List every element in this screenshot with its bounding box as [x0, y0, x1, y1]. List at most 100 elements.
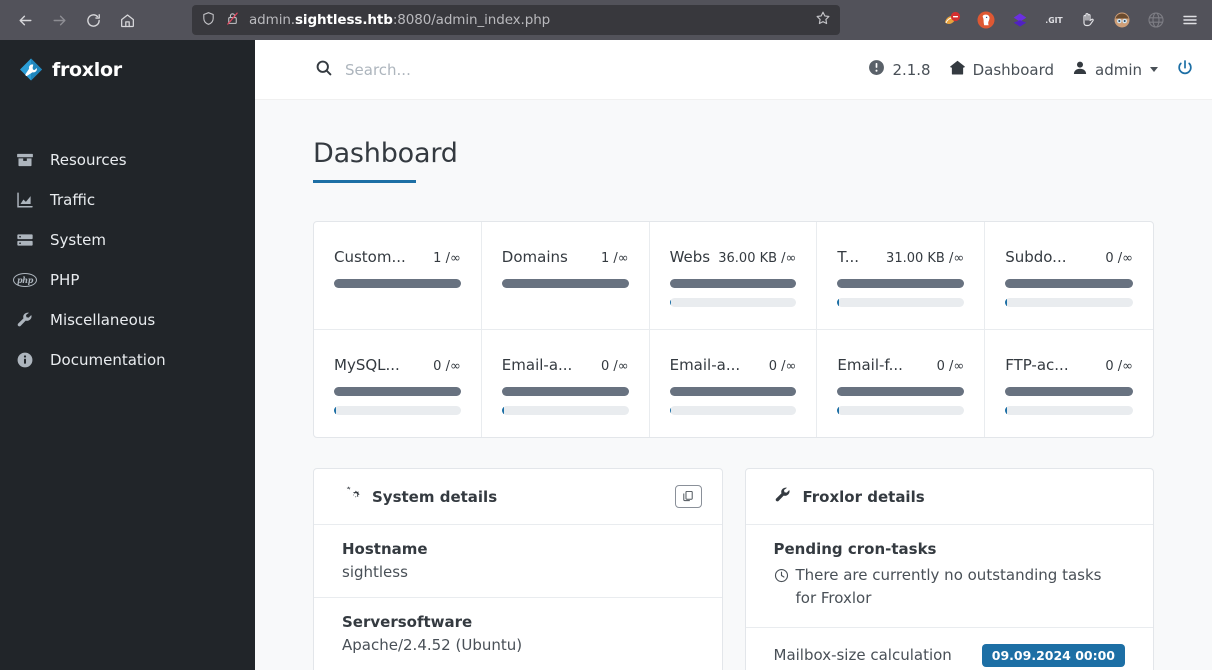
stat-card-header: Webs 36.00 KB /∞	[670, 248, 797, 266]
stat-value: 0 /∞	[1105, 251, 1133, 266]
sidebar-item-label: Traffic	[50, 191, 96, 209]
row-value: Apache/2.4.52 (Ubuntu)	[342, 636, 523, 654]
hamburger-menu-icon[interactable]	[1180, 10, 1200, 30]
stat-value: 0 /∞	[433, 359, 461, 374]
home-icon	[949, 59, 966, 80]
stat-label: Email-a...	[669, 356, 741, 374]
dashboard-link[interactable]: Dashboard	[949, 59, 1054, 80]
page-title: Dashboard	[313, 138, 458, 169]
sidebar-item-label: Documentation	[50, 351, 166, 369]
sidebar-item-miscellaneous[interactable]: Miscellaneous	[0, 300, 255, 340]
star-icon[interactable]	[815, 10, 831, 30]
stat-progress-primary	[1005, 387, 1133, 396]
stat-progress-primary	[837, 387, 965, 396]
stat-card-header: Custom... 1 /∞	[334, 248, 461, 266]
stat-card: Email-a... 0 /∞	[482, 330, 650, 437]
git-icon[interactable]: .GIT	[1044, 10, 1064, 30]
stat-progress-primary	[501, 387, 629, 396]
power-icon	[1176, 59, 1194, 81]
page-content: Dashboard Custom... 1 /∞ Domains 1 /∞ Webs 36…	[255, 100, 1212, 670]
stat-card: FTP-ac... 0 /∞	[985, 330, 1153, 437]
brand-logo-link[interactable]: froxlor	[0, 40, 255, 100]
stat-value: 1 /∞	[600, 251, 629, 266]
stat-card: Domains 1 /∞	[481, 222, 650, 330]
stat-card: Email-f... 0 /∞	[817, 330, 986, 437]
shield-icon[interactable]	[201, 11, 216, 30]
globe-icon[interactable]	[1146, 10, 1166, 30]
box-icon	[14, 151, 36, 169]
sidebar-item-traffic[interactable]: Traffic	[0, 180, 255, 220]
stat-card: T... 31.00 KB /∞	[817, 222, 986, 330]
stat-progress-secondary	[837, 406, 965, 415]
topbar-actions: 2.1.8 Dashboard admin	[868, 59, 1194, 81]
browser-toolbar: admin.sightless.htb:8080/admin_index.php	[0, 0, 1212, 40]
search-input[interactable]	[345, 60, 645, 79]
foxyproxy-icon[interactable]	[942, 10, 962, 30]
system-details-panel: System details Hostname sightless Server…	[313, 468, 723, 670]
home-button[interactable]	[110, 5, 144, 35]
sidebar-nav: Resources Traffic System php PHP Miscell…	[0, 140, 255, 380]
copy-button[interactable]	[674, 485, 702, 508]
user-label: admin	[1095, 60, 1142, 79]
user-menu[interactable]: admin	[1072, 60, 1158, 80]
main-area: 2.1.8 Dashboard	[255, 40, 1212, 670]
stat-label: Subdo...	[1005, 248, 1067, 266]
duckduckgo-icon[interactable]	[976, 10, 996, 30]
hand-icon[interactable]	[1078, 10, 1098, 30]
froxlor-row-cron: Pending cron-tasks There are currently n…	[745, 525, 1153, 628]
search-icon[interactable]	[315, 59, 333, 81]
reload-button[interactable]	[76, 5, 110, 35]
stat-card: Webs 36.00 KB /∞	[649, 222, 818, 330]
stat-progress-secondary	[334, 406, 461, 415]
stat-label: T...	[837, 248, 860, 266]
stat-card-header: Email-f... 0 /∞	[837, 356, 964, 374]
sidebar-item-label: PHP	[50, 271, 80, 289]
url-bar[interactable]: admin.sightless.htb:8080/admin_index.php	[192, 5, 840, 35]
sidebar-item-php[interactable]: php PHP	[0, 260, 255, 300]
stat-card-header: Email-a... 0 /∞	[502, 356, 629, 374]
stat-progress-primary	[669, 387, 797, 396]
search-area	[315, 59, 868, 81]
logout-button[interactable]	[1176, 59, 1194, 81]
mailbox-label: Mailbox-size calculation	[773, 646, 952, 664]
stat-progress-secondary	[501, 406, 629, 415]
sidebar-item-label: Resources	[50, 151, 127, 169]
avatar-icon[interactable]	[1112, 10, 1132, 30]
stat-progress-fill	[837, 406, 840, 415]
stat-progress-fill	[334, 406, 336, 415]
stat-progress-secondary	[669, 298, 797, 307]
system-row-hostname: Hostname sightless	[314, 525, 722, 598]
stat-progress-primary	[501, 279, 629, 288]
stat-card-header: Email-a... 0 /∞	[670, 356, 797, 374]
sidebar-item-resources[interactable]: Resources	[0, 140, 255, 180]
stat-card: MySQL... 0 /∞	[314, 330, 482, 437]
forward-button[interactable]	[42, 5, 76, 35]
stat-value: 0 /∞	[1105, 359, 1133, 374]
url-host: sightless.htb	[295, 12, 393, 28]
svg-text:.GIT: .GIT	[1045, 16, 1063, 25]
sidebar-item-documentation[interactable]: Documentation	[0, 340, 255, 380]
stat-progress-primary	[1005, 279, 1133, 288]
version-indicator[interactable]: 2.1.8	[868, 59, 931, 80]
stat-progress-primary	[334, 279, 461, 288]
sidebar-item-label: System	[50, 231, 106, 249]
url-suffix: :8080/admin_index.php	[392, 12, 551, 28]
stat-progress-fill	[837, 298, 840, 307]
stat-label: Email-f...	[837, 356, 903, 374]
stat-card-header: T... 31.00 KB /∞	[837, 248, 964, 266]
sidebar-item-system[interactable]: System	[0, 220, 255, 260]
back-button[interactable]	[8, 5, 42, 35]
cron-note: There are currently no outstanding tasks…	[795, 566, 1102, 608]
cron-note-wrap: There are currently no outstanding tasks…	[774, 564, 1126, 611]
stat-progress-primary	[837, 279, 965, 288]
user-icon	[1072, 60, 1088, 80]
lock-crossed-icon[interactable]	[225, 11, 240, 30]
stat-value: 31.00 KB /∞	[886, 251, 965, 266]
stat-label: Custom...	[334, 248, 406, 266]
stat-progress-fill	[501, 406, 504, 415]
diamond-icon[interactable]	[1010, 10, 1030, 30]
stat-card-header: FTP-ac... 0 /∞	[1005, 356, 1133, 374]
url-text[interactable]: admin.sightless.htb:8080/admin_index.php	[249, 12, 806, 28]
stat-label: Email-a...	[501, 356, 573, 374]
gears-icon	[342, 485, 361, 508]
